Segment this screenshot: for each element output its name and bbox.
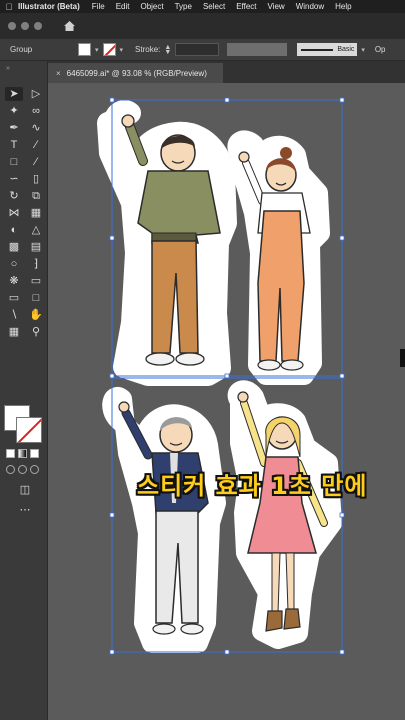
menu-type[interactable]: Type [175,2,192,11]
menu-select[interactable]: Select [203,2,225,11]
video-caption: 스티커 효과 1초 만에 [137,472,368,500]
paintbrush-tool-icon[interactable]: ⁄ [27,155,45,169]
symbol-sprayer-tool-icon[interactable]: ❋ [5,274,23,288]
eyedropper-tool-icon[interactable]: ⁆ [27,257,45,271]
close-window-button[interactable] [8,22,16,30]
selection-type-label: Group [10,45,33,54]
direct-selection-tool-icon[interactable]: ▷ [27,87,45,101]
draw-behind-button[interactable] [18,465,27,474]
variable-width-profile[interactable] [227,43,288,56]
rotate-tool-icon[interactable]: ↻ [5,189,23,203]
hand-tool-icon[interactable]: ✋ [27,308,45,322]
zoom-tool-icon[interactable]: ⚲ [27,325,45,339]
app-bar [0,13,405,39]
brush-definition-dropdown[interactable]: Basic [297,43,358,56]
perspective-grid-tool-icon[interactable]: △ [27,223,45,237]
draw-mode-row [6,465,39,474]
menu-bar:  Illustrator (Beta) File Edit Object Ty… [0,0,405,13]
more-tools-icon[interactable]: ⋯ [16,503,34,517]
color-mode-row [6,449,39,458]
none-mode-button[interactable] [30,449,39,458]
mouse-cursor-icon [400,349,405,367]
live-paint-tool-icon[interactable]: ▭ [27,274,45,288]
curvature-tool-icon[interactable]: ∿ [27,121,45,135]
sticker-boy-jacket[interactable] [102,387,226,653]
apple-icon[interactable]:  [0,2,18,12]
close-icon[interactable]: × [56,69,61,78]
fill-swatch[interactable] [78,43,91,56]
line-tool-icon[interactable]: ∕ [27,138,45,152]
lasso-tool-icon[interactable]: ∞ [27,104,45,118]
document-tab-title: 6465099.ai* @ 93.08 % (RGB/Preview) [66,68,207,78]
mesh-tool-icon[interactable]: ▩ [5,240,23,254]
eraser-tool-icon[interactable]: ▯ [27,172,45,186]
minimize-window-button[interactable] [21,22,29,30]
sticker-artwork [97,97,345,655]
width-tool-icon[interactable]: ⋈ [5,206,23,220]
draw-normal-button[interactable] [6,465,15,474]
menu-help[interactable]: Help [335,2,351,11]
stroke-weight-field[interactable] [175,43,220,56]
scale-tool-icon[interactable]: ⧉ [27,189,45,203]
menu-effect[interactable]: Effect [236,2,256,11]
print-tiling-tool-icon[interactable]: ▦ [5,325,23,339]
menu-file[interactable]: File [92,2,105,11]
menu-window[interactable]: Window [296,2,324,11]
chevron-down-icon[interactable]: ▾ [120,46,124,54]
sticker-boy-hoodie[interactable] [97,100,237,386]
panel-grip[interactable]: » [6,65,10,72]
zoom-window-button[interactable] [34,22,42,30]
menu-object[interactable]: Object [140,2,163,11]
menu-view[interactable]: View [268,2,285,11]
stroke-label: Stroke: [135,45,161,54]
sticker-girl-dress[interactable] [227,380,342,649]
shaper-tool-icon[interactable]: ∽ [5,172,23,186]
tools-panel: » ➤ ▷ ✦ ∞ ✒ ∿ T ∕ □ ⁄ ∽ ▯ ↻ ⧉ ⋈ ▦ ◐ △ ▩ … [0,61,48,720]
opacity-label[interactable]: Op [375,45,386,54]
draw-inside-button[interactable] [30,465,39,474]
sticker-girl-overalls[interactable] [227,130,330,385]
app-name-menu[interactable]: Illustrator (Beta) [18,2,80,11]
shape-builder-tool-icon[interactable]: ◐ [5,223,23,237]
artboard-tool-icon[interactable]: □ [27,291,45,305]
gradient-tool-icon[interactable]: ▤ [27,240,45,254]
artboard-canvas[interactable]: 스티커 효과 1초 만에 [48,83,405,720]
blend-tool-icon[interactable]: ○ [5,257,23,271]
stroke-stepper[interactable]: ▲ ▼ [164,44,171,56]
type-tool-icon[interactable]: T [5,138,23,152]
slice-tool-icon[interactable]: ∖ [5,308,23,322]
brush-label: Basic [337,46,355,53]
menu-edit[interactable]: Edit [116,2,130,11]
chevron-down-icon[interactable]: ▾ [361,46,365,54]
chevron-down-icon[interactable]: ▾ [95,46,99,54]
column-graph-tool-icon[interactable]: ▭ [5,291,23,305]
control-bar: Group ▾ ▾ Stroke: ▲ ▼ Basic ▾ Op [0,39,405,61]
brush-preview-line [301,48,334,51]
color-mode-button[interactable] [6,449,15,458]
gradient-mode-button[interactable] [18,449,27,458]
rectangle-tool-icon[interactable]: □ [5,155,23,169]
home-icon[interactable] [61,19,77,33]
document-tab-bar: × 6465099.ai* @ 93.08 % (RGB/Preview) [48,61,405,83]
stroke-color-box[interactable] [16,417,42,443]
screen-mode-icon[interactable]: ◫ [16,483,34,497]
magic-wand-icon[interactable]: ✦ [5,104,23,118]
stroke-swatch[interactable] [102,43,116,56]
free-transform-tool-icon[interactable]: ▦ [27,206,45,220]
document-tab[interactable]: × 6465099.ai* @ 93.08 % (RGB/Preview) [48,63,223,83]
illustrator-window:  Illustrator (Beta) File Edit Object Ty… [0,0,405,720]
pen-tool-icon[interactable]: ✒ [5,121,23,135]
selection-tool-icon[interactable]: ➤ [5,87,23,101]
